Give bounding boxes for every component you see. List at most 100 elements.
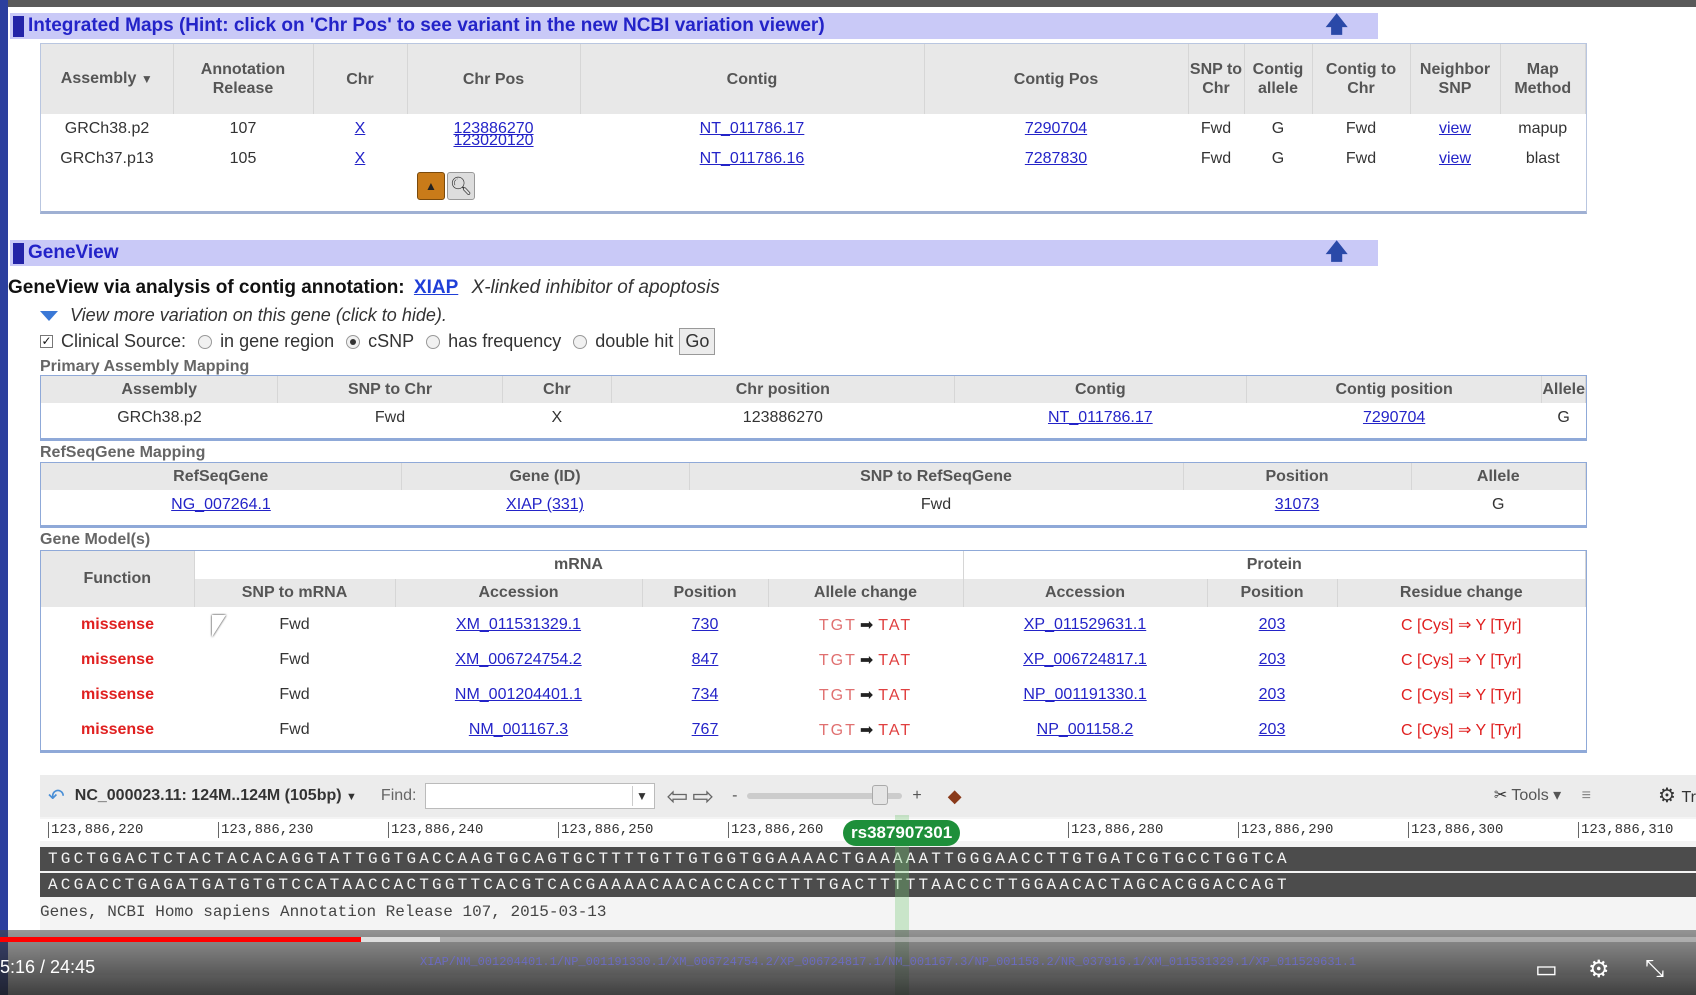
protein-accession-link[interactable]: XP_011529631.1 [1024, 616, 1146, 633]
contig-link[interactable]: NT_011786.17 [1048, 409, 1153, 426]
radio-csnp[interactable] [346, 334, 361, 349]
mrna-accession-link[interactable]: NM_001204401.1 [455, 686, 582, 703]
radio-double-hit[interactable] [573, 334, 588, 349]
mrna-position-link[interactable]: 847 [692, 651, 719, 668]
protein-position-link[interactable]: 203 [1259, 651, 1286, 668]
cell-map-method: mapup [1518, 120, 1568, 137]
ruler-tick: 123,886,280 [1068, 822, 1163, 838]
sort-down-icon[interactable]: ▼ [141, 72, 153, 86]
cell-function: missense [81, 615, 154, 633]
gene-id-link[interactable]: XIAP (331) [506, 496, 584, 513]
zoom-slider-knob[interactable] [872, 785, 889, 805]
chr-link[interactable]: X [355, 150, 366, 167]
gene-models-frame: Function mRNA Protein SNP to mRNA Access… [40, 550, 1587, 753]
marker-tool-icon[interactable]: ◆ [948, 786, 962, 807]
settings-area[interactable]: ⚙ Tr [1658, 783, 1696, 808]
col-chr: Chr [502, 376, 612, 403]
gene-link[interactable]: XIAP [414, 277, 458, 298]
protein-position-link[interactable]: 203 [1259, 616, 1286, 633]
viewer-icons: ▲ 🔍︎ [417, 172, 475, 200]
contig-link[interactable]: NT_011786.17 [700, 120, 805, 137]
col-chr-position: Chr position [611, 376, 955, 403]
tools-menu[interactable]: ✂ Tools ▾ ≡ [1494, 785, 1591, 805]
gear-icon[interactable]: ⚙ [1658, 785, 1676, 807]
ruler-tick: 123,886,310 [1578, 822, 1673, 838]
mrna-accession-link[interactable]: NM_001167.3 [469, 721, 568, 738]
group-protein: Protein [963, 551, 1586, 579]
col-allele-change: Allele change [768, 579, 964, 607]
ruler-tick: 123,886,240 [388, 822, 483, 838]
clinical-source-checkbox[interactable]: ✓ [40, 335, 53, 348]
magnifier-icon[interactable]: 🔍︎ [447, 172, 475, 200]
mrna-position-link[interactable]: 767 [692, 721, 719, 738]
mrna-accession-link[interactable]: XM_011531329.1 [456, 616, 581, 633]
tools-icon: ✂ [1493, 787, 1508, 804]
cell-residue-change: C [Cys] ⇒ Y [Tyr] [1401, 616, 1522, 634]
collapse-icon[interactable]: ≡ [1582, 787, 1591, 804]
protein-accession-link[interactable]: XP_006724817.1 [1023, 651, 1147, 668]
protein-accession-link[interactable]: NP_001158.2 [1037, 721, 1134, 738]
ncbi-viewer-icon[interactable]: ▲ [417, 172, 445, 200]
protein-position-link[interactable]: 203 [1259, 686, 1286, 703]
more-variation-toggle[interactable]: View more variation on this gene (click … [40, 305, 447, 326]
mrna-position-link[interactable]: 730 [692, 616, 719, 633]
col-contig: Contig [580, 44, 925, 114]
mrna-accession-link[interactable]: XM_006724754.2 [455, 651, 581, 668]
neighbor-view-link[interactable]: view [1439, 120, 1471, 137]
cell-snp-to-mrna: Fwd [279, 650, 310, 668]
find-label: Find: [380, 787, 417, 804]
primary-mapping-frame: Assembly SNP to Chr Chr Chr position Con… [40, 375, 1587, 441]
zoom-in-button[interactable]: + [912, 787, 921, 805]
group-mrna: mRNA [194, 551, 964, 579]
go-button[interactable]: Go [679, 328, 716, 355]
gear-icon[interactable]: ⚙ [1588, 955, 1610, 984]
find-input[interactable]: ▼ [424, 783, 655, 809]
cell-function: missense [81, 685, 154, 703]
dropdown-caret-icon: ▼ [346, 791, 357, 803]
radio-has-frequency[interactable] [426, 334, 441, 349]
table-row: GRCh38.p2 Fwd X 123886270 NT_011786.17 7… [41, 403, 1586, 433]
col-contig-pos: Contig Pos [924, 44, 1189, 114]
back-arrow-icon[interactable]: ↶ [48, 784, 65, 809]
integrated-maps-title: Integrated Maps (Hint: click on 'Chr Pos… [28, 15, 825, 36]
chr-pos-link[interactable]: 123020120 [453, 132, 533, 149]
cell-map-method: blast [1525, 150, 1560, 167]
zoom-slider[interactable] [747, 785, 903, 805]
neighbor-view-link[interactable]: view [1439, 150, 1471, 167]
chr-link[interactable]: X [355, 120, 366, 137]
mrna-position-link[interactable]: 734 [692, 686, 719, 703]
col-function: Function [41, 551, 195, 607]
pan-right-icon[interactable]: ⇨ [692, 781, 714, 812]
up-arrow-icon[interactable]: 🡅 [1325, 240, 1348, 264]
table-row: NG_007264.1 XIAP (331) Fwd 31073 G [41, 490, 1586, 520]
refseqgene-link[interactable]: NG_007264.1 [171, 496, 271, 513]
col-snp-to-refseqgene: SNP to RefSeqGene [689, 463, 1184, 490]
contig-pos-link[interactable]: 7287830 [1025, 150, 1087, 167]
snp-marker-badge[interactable]: rs387907301 [843, 820, 961, 846]
col-protein-position: Position [1207, 579, 1338, 607]
sequence-selector[interactable]: NC_000023.11: 124M..124M (105bp) ▼ [75, 787, 357, 805]
up-arrow-icon[interactable]: 🡅 [1325, 13, 1348, 37]
col-protein-accession: Accession [963, 579, 1208, 607]
exit-fullscreen-icon[interactable]: ⤡ [1645, 955, 1664, 983]
col-gene-id: Gene (ID) [401, 463, 690, 490]
cell-release: 107 [229, 120, 257, 137]
contig-pos-link[interactable]: 7290704 [1025, 120, 1087, 137]
contig-link[interactable]: NT_011786.16 [700, 150, 805, 167]
col-refseqgene: RefSeqGene [41, 463, 402, 490]
radio-gene-region[interactable] [198, 334, 213, 349]
position-link[interactable]: 31073 [1275, 496, 1320, 513]
captions-icon[interactable]: ▭ [1535, 955, 1558, 984]
col-assembly[interactable]: Assembly ▼ [41, 44, 174, 114]
contig-position-link[interactable]: 7290704 [1363, 409, 1425, 426]
zoom-out-button[interactable]: - [732, 787, 737, 805]
cell-assembly: GRCh38.p2 [117, 409, 202, 426]
protein-position-link[interactable]: 203 [1259, 721, 1286, 738]
chevron-down-icon[interactable]: ▼ [631, 786, 652, 806]
cell-allele-change: TGT ➡ TAT [818, 721, 913, 739]
protein-accession-link[interactable]: NP_001191330.1 [1023, 686, 1146, 703]
pan-left-icon[interactable]: ⇦ [667, 781, 689, 812]
col-allele: Allele [1541, 376, 1586, 403]
cell-contig-allele: G [1271, 120, 1285, 137]
section-marker [13, 242, 24, 264]
